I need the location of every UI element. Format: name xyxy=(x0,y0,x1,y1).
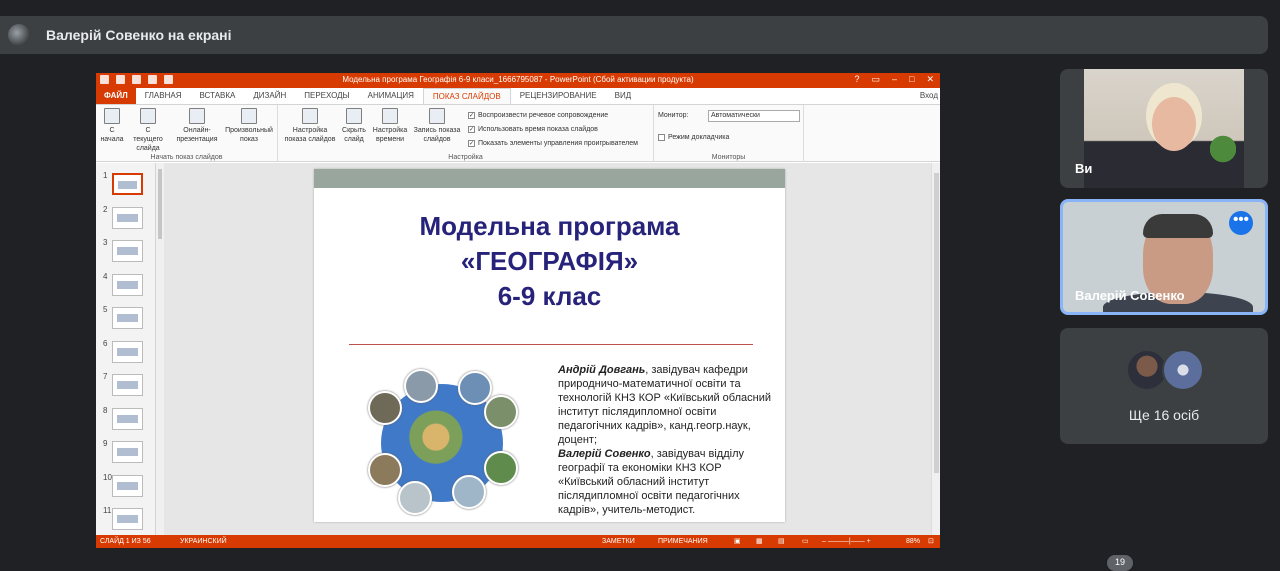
window-title: Модельна програма Географія 6-9 класи_16… xyxy=(342,75,694,84)
more-participants-label: Ще 16 осіб xyxy=(1128,407,1200,423)
thumbnail-scrollbar[interactable] xyxy=(156,163,164,535)
tab-view[interactable]: ВИД xyxy=(606,88,641,104)
ribbon: С начала С текущего слайда Онлайн-презен… xyxy=(96,104,940,162)
slide-thumb-1[interactable]: 1 xyxy=(100,171,152,199)
slide-thumb-5[interactable]: 5 xyxy=(100,305,152,333)
slide-divider xyxy=(349,344,753,345)
login-link[interactable]: Вход xyxy=(920,88,938,104)
minimize-icon[interactable]: – xyxy=(892,75,897,84)
ribbon-tabs: ФАЙЛ ГЛАВНАЯ ВСТАВКА ДИЗАЙН ПЕРЕХОДЫ АНИ… xyxy=(96,88,940,104)
tab-transitions[interactable]: ПЕРЕХОДЫ xyxy=(295,88,358,104)
timer-icon xyxy=(382,108,398,124)
slide-thumb-10[interactable]: 10 xyxy=(100,473,152,501)
speaker-tile[interactable]: ••• Валерій Совенко xyxy=(1060,199,1268,315)
editor-area: 1 2 3 4 5 6 7 8 9 10 11 Модельна програм… xyxy=(96,163,940,535)
record-icon xyxy=(429,108,445,124)
tab-home[interactable]: ГЛАВНАЯ xyxy=(136,88,191,104)
presenter-bar: Валерій Совенко на екрані xyxy=(0,16,1268,54)
language-indicator[interactable]: УКРАИНСКИЙ xyxy=(180,535,227,548)
view-slideshow-icon[interactable]: ▭ xyxy=(802,535,809,548)
custom-show-button[interactable]: Произвольный показ xyxy=(224,108,274,144)
tab-design[interactable]: ДИЗАЙН xyxy=(244,88,295,104)
online-presentation-button[interactable]: Онлайн-презентация xyxy=(172,108,222,144)
presenter-avatar xyxy=(8,24,30,46)
ribbon-options-icon[interactable]: ▭ xyxy=(871,75,880,84)
slide-thumb-3[interactable]: 3 xyxy=(100,238,152,266)
check-presenter-view[interactable]: Режим докладчика xyxy=(658,134,729,141)
online-icon xyxy=(189,108,205,124)
view-normal-icon[interactable]: ▣ xyxy=(734,535,741,548)
check-narration[interactable]: ✓ Воспроизвести речевое сопровождение xyxy=(468,112,608,119)
shared-screen-powerpoint: Модельна програма Географія 6-9 класи_16… xyxy=(96,73,940,548)
setup-show-button[interactable]: Настройка показа слайдов xyxy=(282,108,338,144)
editor-scrollbar[interactable] xyxy=(931,163,940,535)
globe-collage-image xyxy=(366,369,518,515)
tab-animation[interactable]: АНИМАЦИЯ xyxy=(359,88,423,104)
slide-thumb-7[interactable]: 7 xyxy=(100,372,152,400)
help-icon[interactable]: ? xyxy=(854,75,859,84)
tab-file[interactable]: ФАЙЛ xyxy=(96,88,136,104)
slide-thumb-11[interactable]: 11 xyxy=(100,506,152,534)
record-show-button[interactable]: Запись показа слайдов xyxy=(410,108,464,144)
tab-slideshow[interactable]: ПОКАЗ СЛАЙДОВ xyxy=(422,88,511,104)
ribbon-group-start: С начала С текущего слайда Онлайн-презен… xyxy=(96,105,278,162)
zoom-slider[interactable]: – ———|—— + xyxy=(822,535,871,548)
zoom-level[interactable]: 88% xyxy=(906,535,920,548)
ribbon-group-setup: Настройка показа слайдов Скрыть слайд На… xyxy=(278,105,654,162)
current-slide[interactable]: Модельна програма «ГЕОГРАФІЯ» 6-9 клас А… xyxy=(314,169,785,522)
from-current-button[interactable]: С текущего слайда xyxy=(130,108,166,153)
check-use-timings[interactable]: ✓ Использовать время показа слайдов xyxy=(468,126,598,133)
group-label-setup: Настройка xyxy=(448,154,483,161)
authors-text: Андрій Довгань, завідувач кафедри природ… xyxy=(558,364,772,516)
comments-button[interactable]: ПРИМЕЧАНИЯ xyxy=(658,535,708,548)
tab-insert[interactable]: ВСТАВКА xyxy=(190,88,244,104)
slide-thumbnails: 1 2 3 4 5 6 7 8 9 10 11 xyxy=(96,163,156,535)
slide-thumb-2[interactable]: 2 xyxy=(100,205,152,233)
view-sorter-icon[interactable]: ▦ xyxy=(756,535,763,548)
slide-thumb-8[interactable]: 8 xyxy=(100,406,152,434)
self-video xyxy=(1084,69,1244,188)
slide-header-band xyxy=(314,169,785,188)
custom-show-icon xyxy=(241,108,257,124)
rehearse-timings-button[interactable]: Настройка времени xyxy=(372,108,408,144)
self-tile[interactable]: Ви xyxy=(1060,69,1268,188)
participant-avatar xyxy=(1162,349,1204,391)
play-icon xyxy=(104,108,120,124)
slide-thumb-6[interactable]: 6 xyxy=(100,339,152,367)
play-current-icon xyxy=(140,108,156,124)
slide-thumb-9[interactable]: 9 xyxy=(100,439,152,467)
monitor-label: Монитор: xyxy=(658,112,689,119)
slide-title: Модельна програма «ГЕОГРАФІЯ» 6-9 клас xyxy=(419,211,680,311)
setup-icon xyxy=(302,108,318,124)
slide-thumb-4[interactable]: 4 xyxy=(100,272,152,300)
group-label-monitors: Мониторы xyxy=(711,154,746,161)
self-label: Ви xyxy=(1075,161,1093,176)
window-controls: ? ▭ – □ ✕ xyxy=(854,75,934,84)
presenter-title: Валерій Совенко на екрані xyxy=(46,27,232,43)
from-start-button[interactable]: С начала xyxy=(98,108,126,144)
close-icon[interactable]: ✕ xyxy=(926,75,934,84)
hide-slide-icon xyxy=(346,108,362,124)
group-label-start: Начать показ слайдов xyxy=(150,154,223,161)
participant-count-badge[interactable]: 19 xyxy=(1107,555,1133,571)
monitor-select[interactable]: Автоматически xyxy=(708,110,800,122)
ppt-titlebar: Модельна програма Географія 6-9 класи_16… xyxy=(96,73,940,88)
tab-review[interactable]: РЕЦЕНЗИРОВАНИЕ xyxy=(511,88,606,104)
hide-slide-button[interactable]: Скрыть слайд xyxy=(338,108,370,144)
check-show-controls[interactable]: ✓ Показать элементы управления проигрыват… xyxy=(468,140,638,147)
maximize-icon[interactable]: □ xyxy=(909,75,914,84)
others-tile[interactable]: Ще 16 осіб xyxy=(1060,328,1268,444)
slide-counter: СЛАЙД 1 ИЗ 56 xyxy=(100,538,151,545)
fit-slide-icon[interactable]: ⊡ xyxy=(928,535,934,548)
speaker-name: Валерій Совенко xyxy=(1075,288,1185,303)
view-reading-icon[interactable]: ▤ xyxy=(778,535,785,548)
more-options-icon[interactable]: ••• xyxy=(1229,211,1253,235)
status-bar: СЛАЙД 1 ИЗ 56 УКРАИНСКИЙ ЗАМЕТКИ ПРИМЕЧА… xyxy=(96,535,940,548)
notes-button[interactable]: ЗАМЕТКИ xyxy=(602,535,635,548)
